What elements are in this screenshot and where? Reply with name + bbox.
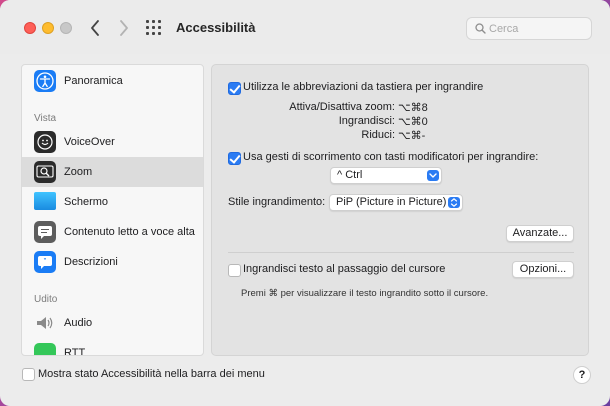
- modifier-key-value: ^ Ctrl: [337, 169, 363, 181]
- sidebar-item-schermo[interactable]: Schermo: [22, 187, 203, 217]
- back-button[interactable]: [85, 17, 105, 39]
- sidebar-item-label: Panoramica: [64, 75, 123, 87]
- close-button[interactable]: [24, 22, 36, 34]
- section-header-udito: Udito: [34, 294, 58, 305]
- shortcut-keys: ⌥⌘0: [398, 116, 428, 128]
- options-button[interactable]: Opzioni...: [512, 261, 574, 278]
- sidebar-item-label: VoiceOver: [64, 136, 115, 148]
- rtt-phone-icon: [34, 343, 56, 355]
- section-header-vista: Vista: [34, 113, 57, 124]
- menu-bar-status-label: Mostra stato Accessibilità nella barra d…: [38, 368, 265, 380]
- sidebar-item-label: RTT: [64, 347, 86, 356]
- sidebar-item-label: Descrizioni: [64, 256, 118, 268]
- window-title: Accessibilità: [176, 20, 256, 35]
- zoom-style-select[interactable]: PiP (Picture in Picture): [329, 194, 463, 211]
- chevron-left-icon: [91, 20, 99, 36]
- zoom-style-label: Stile ingrandimento:: [228, 196, 326, 208]
- accessibility-icon: [34, 70, 56, 92]
- shortcut-name: Riduci:: [361, 129, 395, 141]
- system-preferences-window: Accessibilità Panoramica Vista VoiceOver…: [0, 0, 610, 406]
- minimize-button[interactable]: [42, 22, 54, 34]
- sidebar-item-label: Schermo: [64, 196, 109, 208]
- keyboard-shortcuts-label: Utilizza le abbreviazioni da tastiera pe…: [243, 81, 484, 93]
- modifier-key-select[interactable]: ^ Ctrl: [330, 167, 442, 184]
- zoom-magnifier-icon: [34, 161, 56, 183]
- sidebar-item-audio[interactable]: Audio: [22, 308, 203, 338]
- zoom-settings-pane: Utilizza le abbreviazioni da tastiera pe…: [211, 64, 589, 356]
- search-icon: [475, 23, 486, 34]
- shortcut-name: Attiva/Disattiva zoom:: [289, 101, 395, 113]
- sidebar-item-contenuto-letto[interactable]: Contenuto letto a voce alta: [22, 217, 203, 247]
- sidebar-item-label: Audio: [64, 317, 93, 329]
- descriptions-icon: ”: [34, 251, 56, 273]
- sidebar-item-rtt[interactable]: RTT: [22, 338, 203, 356]
- advanced-button[interactable]: Avanzate...: [506, 225, 574, 242]
- shortcut-name: Ingrandisci:: [338, 115, 395, 127]
- menu-bar-status-checkbox[interactable]: [22, 368, 35, 381]
- sidebar: Panoramica Vista VoiceOver Zoom Schermo …: [21, 64, 204, 356]
- scroll-gesture-label: Usa gesti di scorrimento con tasti modif…: [243, 151, 539, 163]
- zoom-style-value: PiP (Picture in Picture): [336, 196, 447, 208]
- shortcut-keys: ⌥⌘8: [398, 102, 428, 114]
- sidebar-item-zoom[interactable]: Zoom: [22, 157, 203, 187]
- title-bar: Accessibilità: [0, 0, 610, 54]
- chevron-down-icon: [427, 170, 439, 181]
- svg-text:”: ”: [44, 257, 47, 266]
- speech-bubble-icon: [34, 221, 56, 243]
- hover-text-checkbox[interactable]: [228, 264, 241, 277]
- voiceover-icon: [34, 131, 56, 153]
- speaker-icon: [34, 312, 56, 334]
- help-button[interactable]: ?: [573, 366, 591, 384]
- updown-chevron-icon: [448, 197, 460, 208]
- sidebar-item-label: Zoom: [64, 166, 93, 178]
- divider: [228, 252, 574, 253]
- hover-text-label: Ingrandisci testo al passaggio del curso…: [243, 263, 446, 275]
- chevron-right-icon: [120, 20, 128, 36]
- shortcut-keys: ⌥⌘-: [398, 130, 426, 142]
- sidebar-item-label: Contenuto letto a voce alta: [64, 226, 195, 238]
- show-all-grid-icon[interactable]: [146, 20, 164, 36]
- hover-hint-text: Premi ⌘ per visualizzare il testo ingran…: [241, 288, 489, 299]
- sidebar-item-voiceover[interactable]: VoiceOver: [22, 127, 203, 157]
- search-field[interactable]: [466, 17, 592, 40]
- search-input[interactable]: [489, 21, 587, 37]
- sidebar-item-panoramica[interactable]: Panoramica: [22, 66, 203, 96]
- display-icon: [34, 192, 56, 210]
- keyboard-shortcuts-checkbox[interactable]: [228, 82, 241, 95]
- zoom-button[interactable]: [60, 22, 72, 34]
- scroll-gesture-checkbox[interactable]: [228, 152, 241, 165]
- sidebar-item-descrizioni[interactable]: ” Descrizioni: [22, 247, 203, 277]
- forward-button[interactable]: [114, 17, 134, 39]
